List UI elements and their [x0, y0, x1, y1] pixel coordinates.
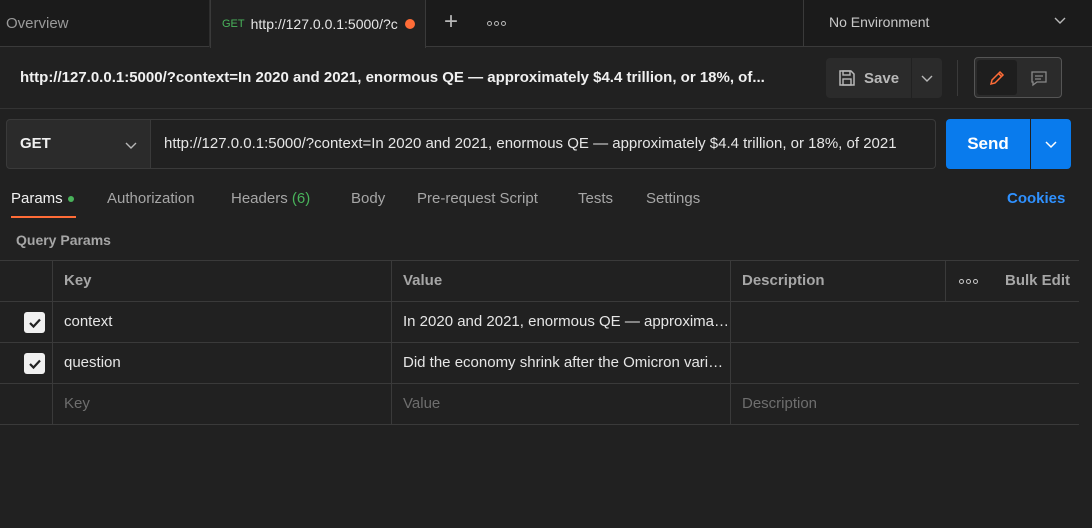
save-button[interactable]: Save	[826, 58, 911, 98]
chevron-down-icon	[921, 75, 933, 82]
view-mode-toggle	[974, 57, 1062, 98]
headers-count: (6)	[291, 190, 311, 207]
method-label: GET	[20, 135, 51, 152]
tab-method-label: GET	[222, 18, 245, 30]
cookies-link[interactable]: Cookies	[1007, 190, 1065, 207]
request-title[interactable]: http://127.0.0.1:5000/?context=In 2020 a…	[20, 69, 800, 86]
chevron-down-icon	[1054, 17, 1066, 24]
table-header-row: Key Value Description Bulk Edit	[0, 261, 1079, 302]
divider	[957, 60, 958, 96]
environment-label: No Environment	[829, 14, 930, 30]
pencil-icon	[989, 70, 1005, 85]
request-title-row: http://127.0.0.1:5000/?context=In 2020 a…	[0, 48, 1092, 109]
comment-icon	[1031, 70, 1047, 86]
new-key-input[interactable]: Key	[52, 384, 391, 424]
bulk-edit-button[interactable]: Bulk Edit	[991, 261, 1079, 301]
header-value: Value	[391, 261, 730, 301]
tab-body[interactable]: Body	[351, 190, 385, 210]
param-description-cell[interactable]	[730, 302, 945, 342]
tab-overview[interactable]: Overview	[0, 0, 210, 47]
active-tab-underline	[11, 216, 76, 218]
tab-label: Headers	[231, 190, 288, 207]
header-check-cell	[0, 261, 52, 301]
checkmark-icon	[28, 318, 41, 328]
row-check-cell	[0, 343, 52, 383]
checkmark-icon	[28, 359, 41, 369]
param-value-cell[interactable]: Did the economy shrink after the Omicron…	[391, 343, 730, 383]
tab-pre-request-script[interactable]: Pre-request Script	[417, 190, 538, 210]
tab-url-label: http://127.0.0.1:5000/?c	[250, 16, 398, 32]
query-params-label: Query Params	[16, 232, 111, 248]
save-icon	[839, 70, 855, 86]
unsaved-dot	[404, 19, 415, 29]
send-options-button[interactable]	[1031, 119, 1071, 169]
comments-button[interactable]	[1019, 60, 1059, 95]
tab-settings[interactable]: Settings	[646, 190, 700, 210]
query-params-table: Key Value Description Bulk Edit context …	[0, 260, 1079, 425]
more-horizontal-icon[interactable]	[484, 15, 508, 31]
active-indicator-dot	[67, 196, 74, 203]
header-key: Key	[52, 261, 391, 301]
row-check-cell	[0, 384, 52, 424]
tab-label: Params	[11, 190, 63, 207]
param-key-cell[interactable]: context	[52, 302, 391, 342]
tab-tests[interactable]: Tests	[578, 190, 613, 210]
param-checkbox[interactable]	[24, 312, 45, 333]
new-description-input[interactable]: Description	[730, 384, 945, 424]
new-param-row: Key Value Description	[0, 384, 1079, 425]
url-input[interactable]: http://127.0.0.1:5000/?context=In 2020 a…	[151, 119, 936, 169]
param-checkbox[interactable]	[24, 353, 45, 374]
new-value-input[interactable]: Value	[391, 384, 730, 424]
tab-active-request[interactable]: GET http://127.0.0.1:5000/?c	[210, 0, 426, 48]
tab-bar: Overview GET http://127.0.0.1:5000/?c + …	[0, 0, 1092, 48]
param-description-cell[interactable]	[730, 343, 945, 383]
param-key-cell[interactable]: question	[52, 343, 391, 383]
tab-params[interactable]: Params	[11, 190, 74, 210]
header-description: Description	[730, 261, 945, 301]
tab-headers[interactable]: Headers (6)	[231, 190, 310, 210]
plus-icon[interactable]: +	[438, 8, 464, 38]
param-value-cell[interactable]: In 2020 and 2021, enormous QE — approxim…	[391, 302, 730, 342]
tab-authorization[interactable]: Authorization	[107, 190, 195, 210]
table-row: context In 2020 and 2021, enormous QE — …	[0, 302, 1079, 343]
table-row: question Did the economy shrink after th…	[0, 343, 1079, 384]
more-horizontal-icon[interactable]	[945, 261, 991, 301]
method-select[interactable]: GET	[6, 119, 151, 169]
edit-mode-button[interactable]	[977, 60, 1017, 95]
row-check-cell	[0, 302, 52, 342]
chevron-down-icon	[1045, 141, 1057, 149]
send-button[interactable]: Send	[946, 119, 1030, 169]
save-options-button[interactable]	[912, 58, 942, 98]
save-label: Save	[864, 69, 900, 87]
environment-select[interactable]: No Environment	[803, 0, 1092, 47]
chevron-down-icon	[125, 142, 137, 149]
